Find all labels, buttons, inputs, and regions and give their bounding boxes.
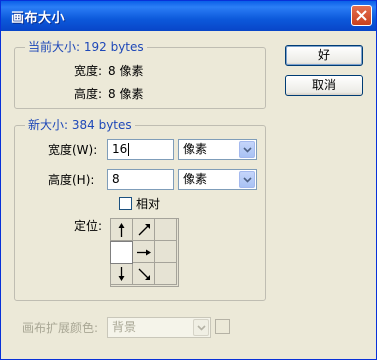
chevron-down-icon — [197, 325, 206, 331]
title-bar[interactable]: 画布大小 — [1, 1, 376, 31]
extension-color-value: 背景 — [112, 320, 137, 334]
chevron-down-icon — [243, 177, 252, 183]
arrow-right-icon — [137, 249, 151, 256]
height-unit-dropdown-button[interactable] — [239, 171, 255, 188]
new-width-label[interactable]: 宽度(W): — [48, 143, 97, 157]
new-height-label[interactable]: 高度(H): — [48, 173, 94, 187]
cancel-button[interactable]: 取消 — [285, 75, 363, 96]
width-input[interactable]: 16 — [107, 139, 174, 160]
height-unit-select[interactable]: 像素 — [178, 169, 257, 190]
current-height-label: 高度: — [74, 87, 103, 101]
relative-label[interactable]: 相对 — [136, 197, 160, 211]
current-size-legend: 当前大小: 192 bytes — [25, 40, 147, 54]
chevron-down-icon — [243, 147, 252, 153]
arrow-up-icon — [118, 223, 125, 237]
extension-color-select[interactable]: 背景 — [107, 317, 211, 338]
anchor-selected-cell[interactable] — [110, 241, 133, 264]
window-title: 画布大小 — [11, 11, 66, 26]
close-button[interactable] — [351, 5, 372, 26]
width-unit-dropdown-button[interactable] — [239, 141, 255, 158]
width-input-value: 16 — [112, 142, 128, 156]
ok-button[interactable]: 好 — [285, 45, 363, 66]
text-caret — [128, 143, 130, 156]
anchor-arrows-overlay — [110, 218, 179, 287]
anchor-label: 定位: — [74, 219, 103, 233]
current-width-label: 宽度: — [74, 64, 103, 78]
new-size-legend: 新大小: 384 bytes — [25, 118, 135, 132]
current-width-value: 8 像素 — [108, 64, 144, 78]
arrow-up-right-icon — [138, 224, 150, 236]
arrow-down-icon — [118, 267, 125, 281]
current-height-value: 8 像素 — [108, 87, 144, 101]
close-icon — [356, 10, 367, 21]
height-input-value: 8 — [112, 172, 120, 186]
width-unit-value: 像素 — [183, 142, 208, 156]
height-input[interactable]: 8 — [107, 169, 174, 190]
extension-color-dropdown-button[interactable] — [193, 319, 209, 336]
canvas-size-dialog: 画布大小 当前大小: 192 bytes 宽度: 8 像素 高度: 8 像素 好… — [0, 0, 377, 360]
extension-color-label: 画布扩展颜色: — [22, 321, 99, 335]
height-unit-value: 像素 — [183, 172, 208, 186]
extension-color-swatch[interactable] — [215, 319, 230, 334]
relative-checkbox[interactable] — [119, 197, 132, 210]
width-unit-select[interactable]: 像素 — [178, 139, 257, 160]
arrow-down-right-icon — [138, 268, 150, 280]
